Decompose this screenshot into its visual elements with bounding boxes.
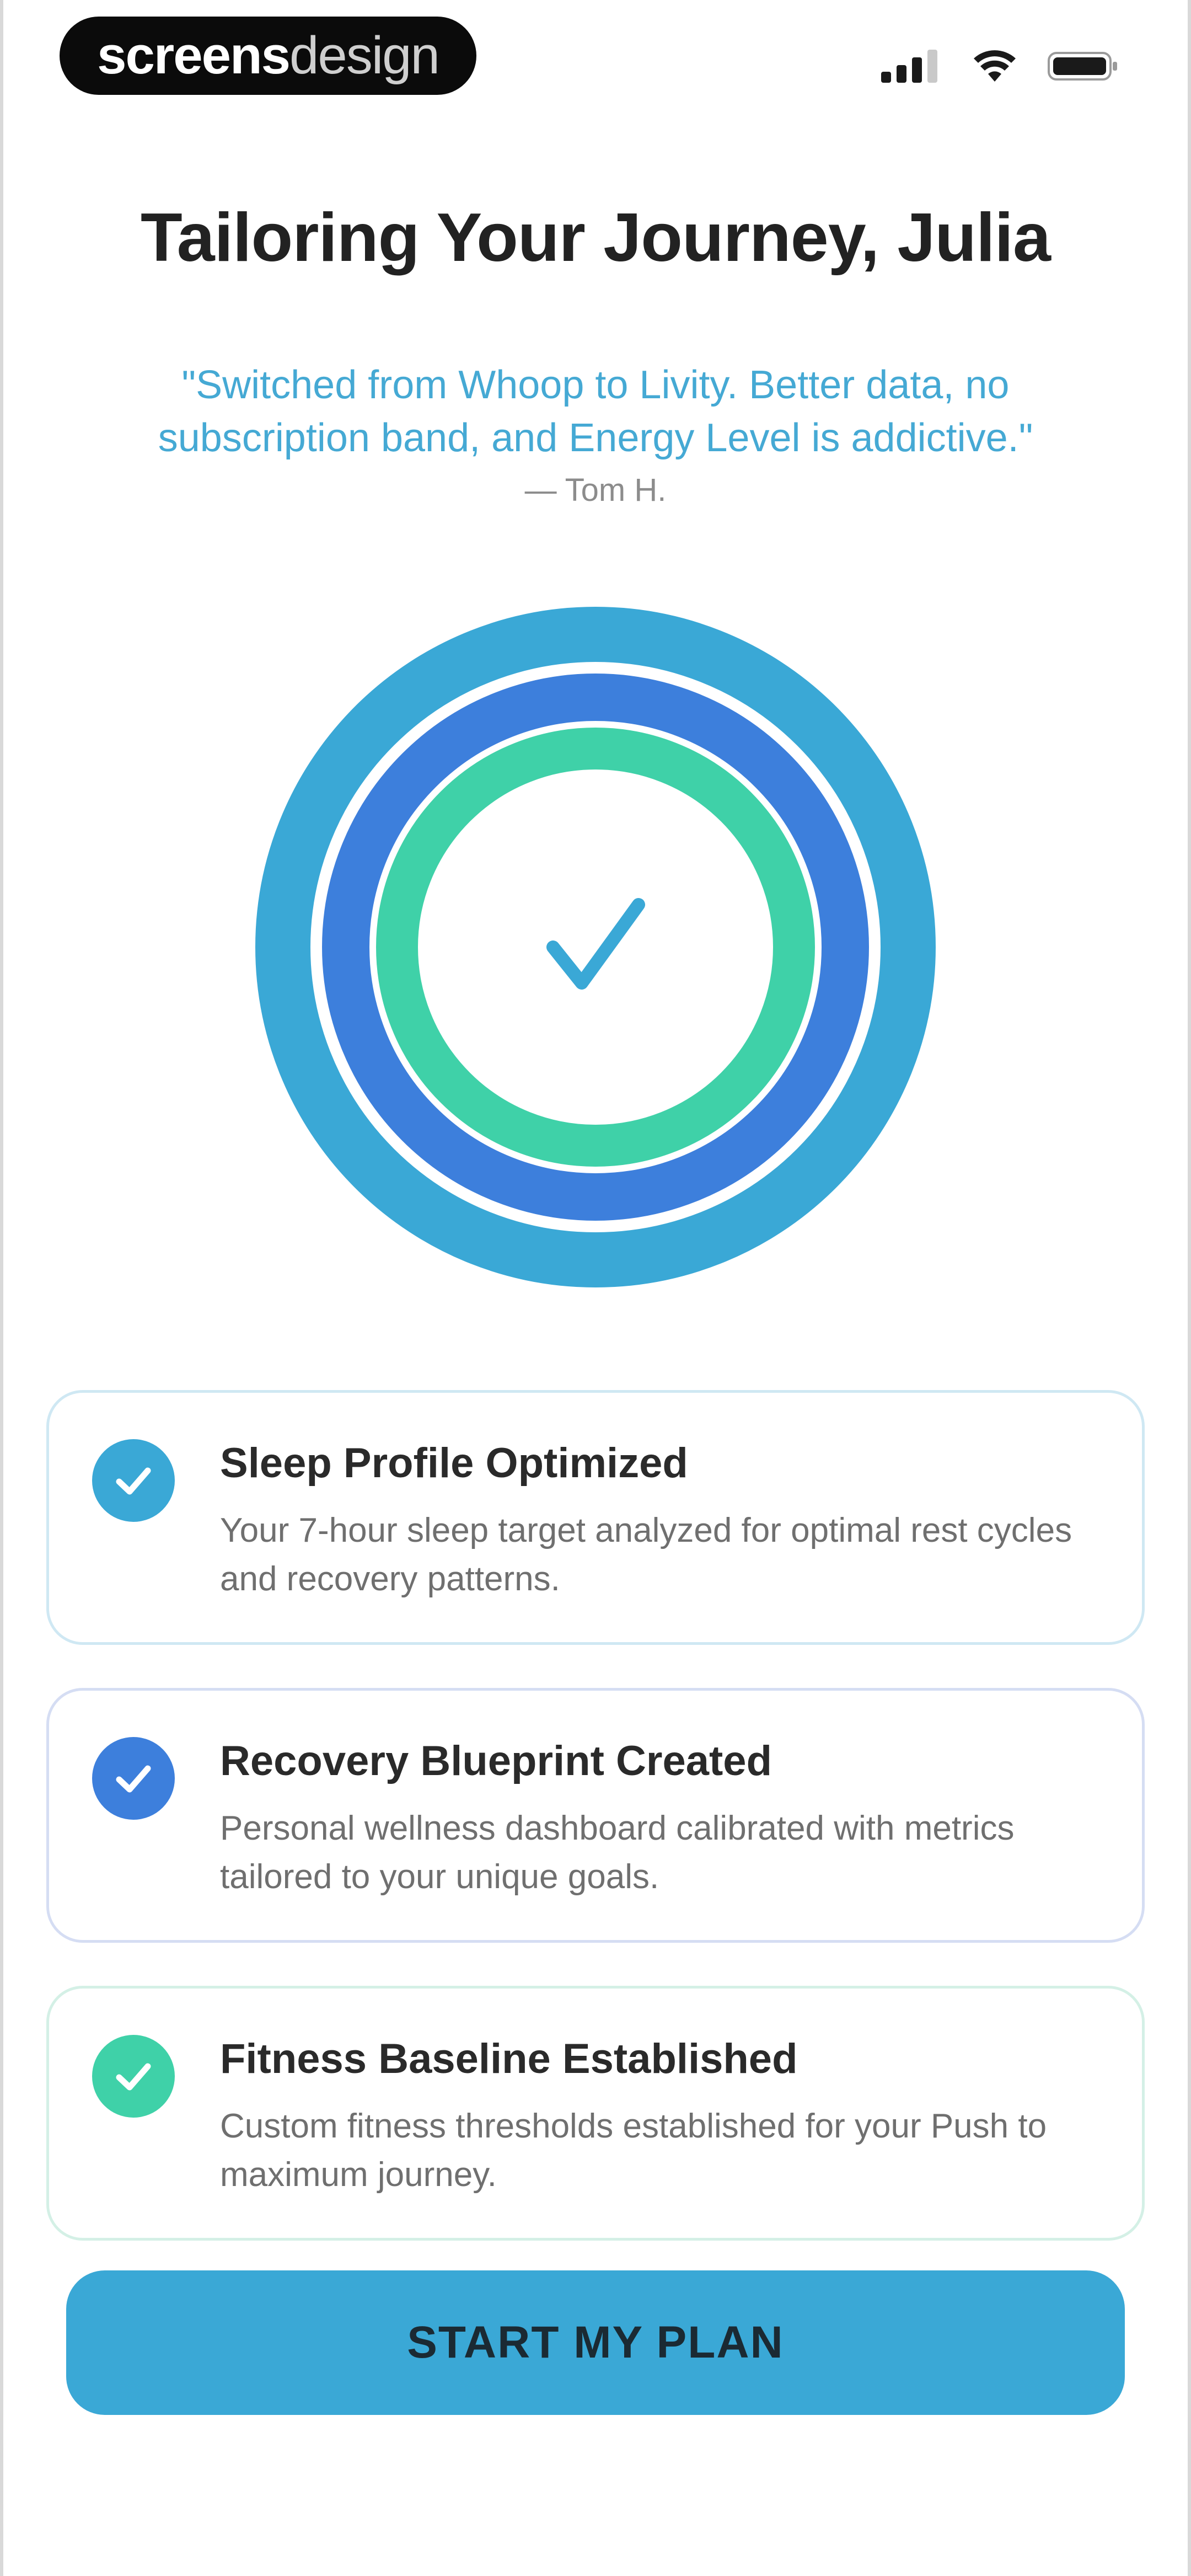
card-title: Recovery Blueprint Created bbox=[220, 1738, 772, 1784]
card-description: Custom fitness thresholds established fo… bbox=[220, 2107, 1047, 2194]
card-recovery-blueprint: Recovery Blueprint Created Personal well… bbox=[46, 1688, 1145, 1943]
card-description: Personal wellness dashboard calibrated w… bbox=[220, 1809, 1015, 1896]
testimonial-quote: "Switched from Whoop to Livity. Better d… bbox=[158, 363, 1033, 460]
card-fitness-baseline: Fitness Baseline Established Custom fitn… bbox=[46, 1986, 1145, 2241]
card-sleep-profile: Sleep Profile Optimized Your 7-hour slee… bbox=[46, 1390, 1145, 1645]
testimonial-author: — Tom H. bbox=[524, 472, 667, 508]
check-badge bbox=[92, 1439, 175, 1522]
checkmark-icon bbox=[116, 1765, 151, 1793]
cellular-signal-icon bbox=[881, 50, 937, 83]
check-badge bbox=[92, 1737, 175, 1820]
checkmark-icon bbox=[116, 2063, 151, 2091]
card-title: Fitness Baseline Established bbox=[220, 2035, 798, 2082]
brand-logo: screens design bbox=[60, 17, 476, 95]
brand-logo-part1: screens bbox=[97, 26, 291, 85]
battery-icon bbox=[1048, 52, 1117, 81]
checkmark-icon bbox=[116, 1467, 151, 1495]
status-icons bbox=[881, 50, 1119, 83]
progress-rings bbox=[255, 607, 936, 1287]
brand-logo-part2: design bbox=[289, 26, 440, 85]
inner-ring bbox=[376, 728, 815, 1167]
middle-ring bbox=[322, 674, 869, 1221]
start-my-plan-button[interactable]: START MY PLAN bbox=[66, 2270, 1125, 2415]
check-badge bbox=[92, 2035, 175, 2118]
page-title: Tailoring Your Journey, Julia bbox=[141, 200, 1051, 276]
checkmark-icon bbox=[546, 898, 645, 990]
card-title: Sleep Profile Optimized bbox=[220, 1440, 688, 1487]
card-description: Your 7-hour sleep target analyzed for op… bbox=[220, 1511, 1072, 1598]
wifi-icon bbox=[974, 50, 1016, 82]
